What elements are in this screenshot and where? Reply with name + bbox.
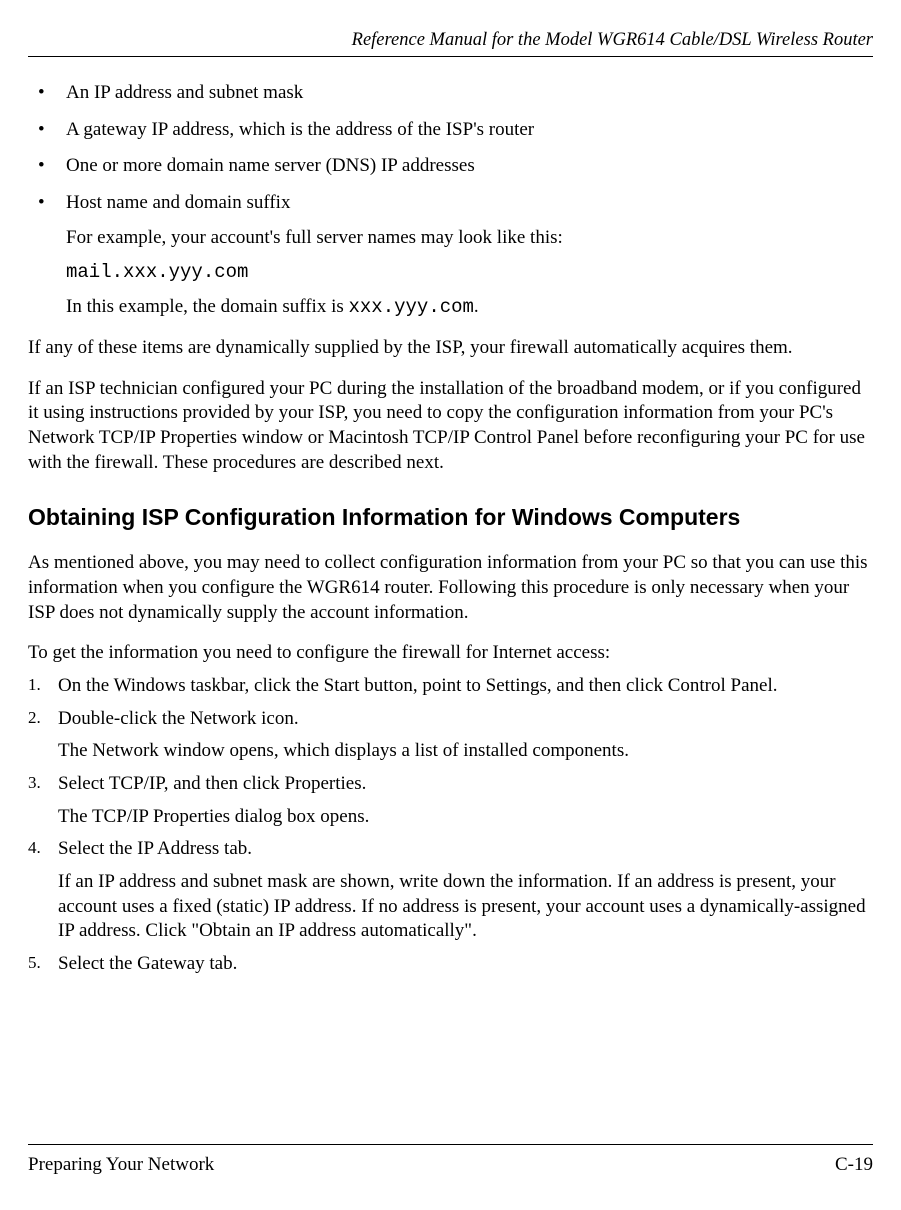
step-number: 2. bbox=[28, 707, 58, 764]
list-item: 2. Double-click the Network icon. The Ne… bbox=[28, 707, 873, 764]
bullet-marker: • bbox=[38, 118, 66, 143]
inline-code: xxx.yyy.com bbox=[349, 296, 474, 318]
step-content: Double-click the Network icon. The Netwo… bbox=[58, 707, 873, 764]
bullet-item: • One or more domain name server (DNS) I… bbox=[38, 154, 873, 179]
footer-page-number: C-19 bbox=[835, 1153, 873, 1178]
step-text: Double-click the Network icon. bbox=[58, 707, 873, 732]
list-item: 3. Select TCP/IP, and then click Propert… bbox=[28, 772, 873, 829]
bullet-text: A gateway IP address, which is the addre… bbox=[66, 118, 873, 143]
bullet-list: • An IP address and subnet mask • A gate… bbox=[38, 81, 873, 320]
bullet-marker: • bbox=[38, 81, 66, 106]
header-title: Reference Manual for the Model WGR614 Ca… bbox=[352, 30, 873, 50]
bullet-sub: For example, your account's full server … bbox=[66, 226, 873, 251]
bullet-text: Host name and domain suffix bbox=[66, 191, 873, 216]
text-part: . bbox=[474, 296, 479, 317]
section-lead: To get the information you need to confi… bbox=[28, 641, 873, 666]
step-sub: The TCP/IP Properties dialog box opens. bbox=[58, 805, 873, 830]
list-item: 4. Select the IP Address tab. If an IP a… bbox=[28, 837, 873, 944]
bullet-marker: • bbox=[38, 191, 66, 320]
step-number: 5. bbox=[28, 952, 58, 977]
list-item: 1. On the Windows taskbar, click the Sta… bbox=[28, 674, 873, 699]
step-content: On the Windows taskbar, click the Start … bbox=[58, 674, 873, 699]
step-content: Select the IP Address tab. If an IP addr… bbox=[58, 837, 873, 944]
step-content: Select TCP/IP, and then click Properties… bbox=[58, 772, 873, 829]
numbered-list: 1. On the Windows taskbar, click the Sta… bbox=[28, 674, 873, 977]
list-item: 5. Select the Gateway tab. bbox=[28, 952, 873, 977]
body-paragraph: If any of these items are dynamically su… bbox=[28, 336, 873, 361]
step-number: 1. bbox=[28, 674, 58, 699]
bullet-item: • A gateway IP address, which is the add… bbox=[38, 118, 873, 143]
body-paragraph: If an ISP technician configured your PC … bbox=[28, 377, 873, 476]
step-sub: The Network window opens, which displays… bbox=[58, 739, 873, 764]
step-text: Select the IP Address tab. bbox=[58, 837, 873, 862]
section-heading: Obtaining ISP Configuration Information … bbox=[28, 503, 873, 533]
page-footer: Preparing Your Network C-19 bbox=[28, 1144, 873, 1178]
step-text: On the Windows taskbar, click the Start … bbox=[58, 674, 873, 699]
code-example: mail.xxx.yyy.com bbox=[66, 260, 873, 285]
bullet-sub: In this example, the domain suffix is xx… bbox=[66, 295, 873, 320]
bullet-item: • An IP address and subnet mask bbox=[38, 81, 873, 106]
bullet-content: Host name and domain suffix For example,… bbox=[66, 191, 873, 320]
step-content: Select the Gateway tab. bbox=[58, 952, 873, 977]
step-sub: If an IP address and subnet mask are sho… bbox=[58, 870, 873, 944]
step-text: Select the Gateway tab. bbox=[58, 952, 873, 977]
bullet-text: One or more domain name server (DNS) IP … bbox=[66, 154, 873, 179]
bullet-item: • Host name and domain suffix For exampl… bbox=[38, 191, 873, 320]
page-header: Reference Manual for the Model WGR614 Ca… bbox=[28, 28, 873, 57]
step-number: 3. bbox=[28, 772, 58, 829]
bullet-text: An IP address and subnet mask bbox=[66, 81, 873, 106]
bullet-marker: • bbox=[38, 154, 66, 179]
step-text: Select TCP/IP, and then click Properties… bbox=[58, 772, 873, 797]
section-intro: As mentioned above, you may need to coll… bbox=[28, 551, 873, 625]
text-part: In this example, the domain suffix is bbox=[66, 296, 349, 317]
step-number: 4. bbox=[28, 837, 58, 944]
footer-section: Preparing Your Network bbox=[28, 1153, 214, 1178]
